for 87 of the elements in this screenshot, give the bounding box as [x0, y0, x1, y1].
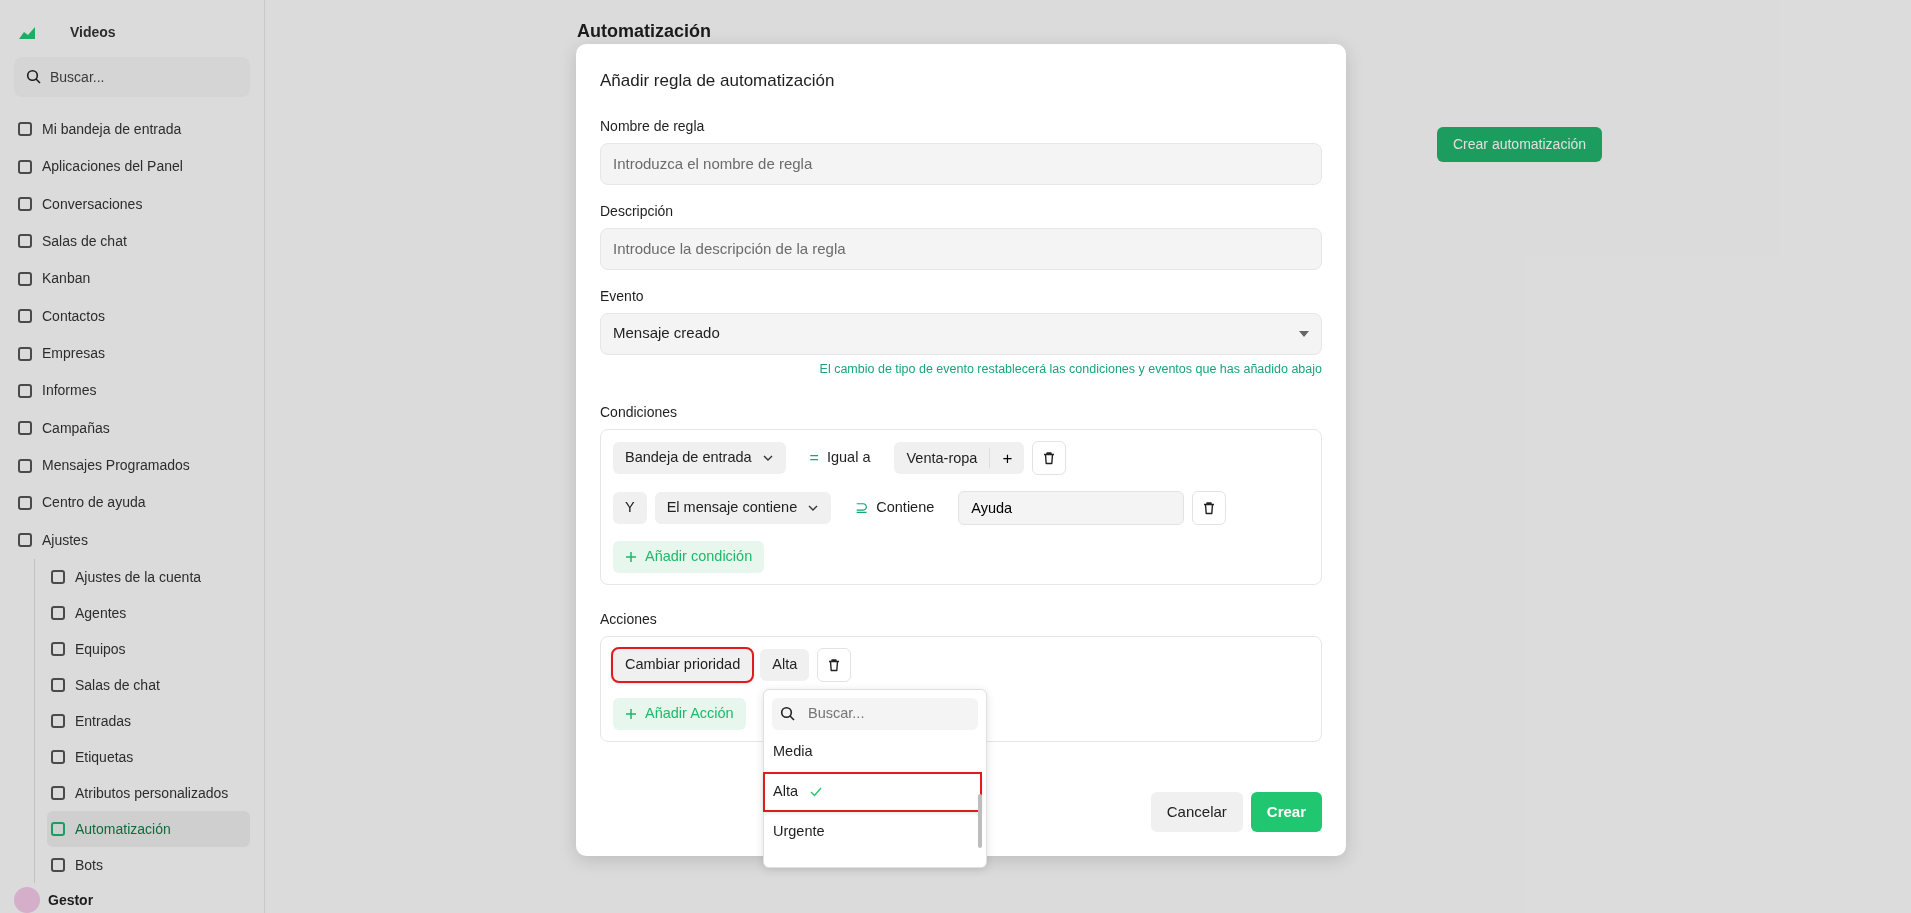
sidebar-item[interactable]: Bots: [47, 847, 250, 883]
sidebar-item[interactable]: Informes: [14, 372, 250, 410]
search-field[interactable]: Buscar...: [14, 57, 250, 97]
sidebar-item[interactable]: Salas de chat: [14, 222, 250, 261]
cancel-button[interactable]: Cancelar: [1150, 792, 1243, 833]
plus-icon: [625, 708, 637, 721]
section-label: Acciones: [600, 610, 658, 630]
value-field[interactable]: Ayuda: [958, 491, 1185, 526]
operator-label: Contiene: [876, 498, 935, 518]
square-icon: [18, 533, 32, 548]
field-label: Nombre de regla: [600, 116, 706, 136]
section-label: Condiciones: [600, 403, 679, 423]
hint-text: El cambio de tipo de evento restablecerá las condiciones y eventos que has añadido abajo: [818, 360, 1322, 378]
sidebar-item[interactable]: Campañas: [14, 409, 250, 447]
square-icon: [51, 606, 65, 620]
sidebar-item[interactable]: Agentes: [47, 595, 250, 631]
sidebar-item[interactable]: Etiquetas: [47, 739, 250, 775]
sidebar-item[interactable]: Mi bandeja de entrada: [14, 110, 250, 149]
delete-button[interactable]: [1192, 491, 1227, 526]
dropdown-search-field[interactable]: Buscar...: [772, 698, 978, 731]
add-value-button[interactable]: +: [990, 445, 1025, 471]
scrollbar[interactable]: [978, 794, 982, 849]
sidebar-item[interactable]: Entradas: [47, 703, 250, 739]
brand-name: Videos: [70, 23, 116, 43]
search-icon: [26, 69, 42, 85]
square-icon: [18, 458, 32, 473]
attribute-select[interactable]: Bandeja de entrada: [613, 442, 786, 475]
dialog-title: Añadir regla de automatización: [600, 70, 836, 92]
sidebar-item[interactable]: Automatización: [47, 811, 250, 847]
square-icon: [18, 495, 32, 510]
connector-select[interactable]: Y: [613, 492, 647, 525]
sidebar-item[interactable]: Empresas: [14, 334, 250, 373]
text-field[interactable]: Introduzca el nombre de regla: [600, 142, 1322, 185]
search-icon: [780, 706, 796, 723]
sidebar-item[interactable]: Salas de chat: [47, 667, 250, 703]
sidebar-item[interactable]: Equipos: [47, 631, 250, 667]
operator-symbol: =: [809, 448, 819, 469]
action-select[interactable]: Cambiar prioridad: [613, 649, 753, 682]
square-icon: [18, 234, 32, 249]
square-icon: [18, 197, 32, 212]
sidebar-item[interactable]: Ajustes: [14, 521, 250, 559]
user-name: Gestor: [48, 890, 94, 910]
priority-select[interactable]: Alta: [760, 649, 810, 682]
square-icon: [18, 309, 32, 324]
plus-icon: [625, 551, 637, 564]
sidebar-item[interactable]: Mensajes Programados: [14, 446, 250, 485]
search-placeholder: Buscar...: [50, 67, 105, 87]
square-icon: [51, 642, 65, 656]
square-icon: [51, 750, 65, 764]
square-icon: [51, 786, 65, 800]
dropdown-option[interactable]: Urgente: [765, 814, 980, 851]
square-icon: [51, 678, 65, 692]
event-select[interactable]: Mensaje creado: [600, 312, 1322, 355]
dropdown-option[interactable]: Media: [765, 734, 980, 771]
square-icon: [18, 122, 32, 137]
sidebar-item[interactable]: Aplicaciones del Panel: [14, 148, 250, 186]
square-icon: [18, 346, 32, 361]
sidebar-item[interactable]: Atributos personalizados: [47, 775, 250, 811]
delete-button[interactable]: [1032, 441, 1067, 476]
square-icon: [51, 858, 65, 872]
caret-icon: [1299, 330, 1309, 337]
avatar: [14, 887, 40, 913]
sidebar-item[interactable]: Centro de ayuda: [14, 484, 250, 522]
field-label: Descripción: [600, 201, 675, 221]
search-input[interactable]: Buscar...: [806, 702, 956, 727]
dropdown-option[interactable]: Alta: [765, 774, 980, 811]
operator-label: Igual a: [826, 448, 871, 468]
square-icon: [51, 570, 65, 584]
square-icon: [51, 714, 65, 728]
sidebar-item[interactable]: Ajustes de la cuenta: [47, 559, 250, 595]
page-title: Automatización: [577, 20, 712, 43]
value-tag-field[interactable]: Venta-ropa +: [894, 442, 1025, 475]
square-icon: [18, 383, 32, 398]
sidebar-item[interactable]: Conversaciones: [14, 185, 250, 223]
field-label: Evento: [600, 286, 645, 306]
square-icon: [18, 421, 32, 436]
square-icon: [51, 822, 65, 836]
delete-button[interactable]: [817, 648, 852, 683]
sidebar-item[interactable]: Kanban: [14, 260, 250, 298]
logo-icon: [18, 25, 36, 40]
square-icon: [18, 271, 32, 286]
operator-symbol: ⊇: [855, 498, 869, 519]
square-icon: [18, 159, 32, 174]
attribute-select[interactable]: El mensaje contiene: [654, 492, 832, 525]
text-field[interactable]: Introduce la descripción de la regla: [600, 227, 1322, 270]
check-icon: [810, 787, 822, 798]
sidebar-item[interactable]: Contactos: [14, 297, 250, 335]
